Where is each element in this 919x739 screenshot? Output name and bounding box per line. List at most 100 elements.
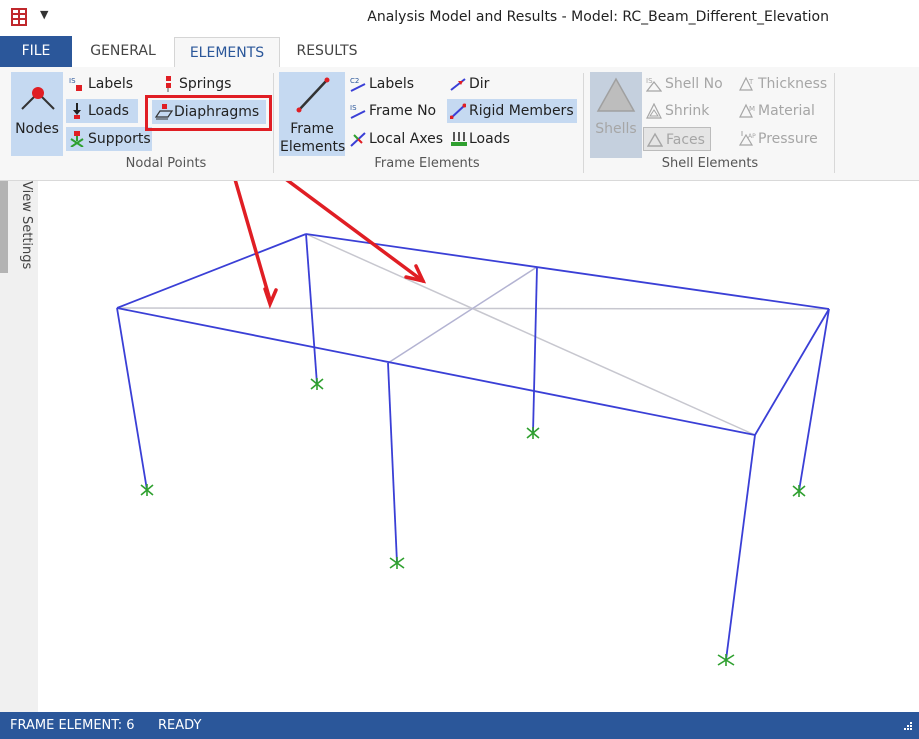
tab-results[interactable]: RESULTS: [286, 36, 368, 67]
annotation-arrow: [233, 181, 272, 302]
thickness-label: Thickness: [758, 76, 828, 92]
nodes-icon: [21, 87, 55, 110]
frame-loads-label: Loads: [469, 131, 510, 147]
local-axes-label: Local Axes: [369, 131, 444, 147]
frame-model-drawing[interactable]: [0, 181, 919, 712]
window-title: Analysis Model and Results - Model: RC_B…: [367, 9, 829, 25]
ribbon-tab-bar: FILE GENERAL ELEMENTS RESULTS: [0, 36, 919, 68]
svg-text:M: M: [749, 105, 755, 113]
support-icon: [526, 427, 540, 439]
tab-general[interactable]: GENERAL: [78, 36, 168, 67]
svg-text:C2: C2: [350, 77, 359, 85]
frame-beam: [116, 233, 307, 309]
status-bar: FRAME ELEMENT: 6 READY: [0, 712, 919, 739]
faces-label: Faces: [666, 132, 705, 148]
frame-labels-button[interactable]: C2 Labels: [347, 72, 421, 96]
view-settings-panel: View Settings: [0, 181, 38, 712]
support-icon: [717, 654, 735, 666]
nodes-button[interactable]: Nodes: [11, 72, 63, 156]
material-icon: M: [739, 103, 755, 118]
springs-label: Springs: [179, 76, 232, 92]
shells-icon: [596, 77, 636, 112]
frame-column: [116, 307, 148, 491]
diaphragms-highlight-box: [145, 95, 272, 131]
shrink-label: Shrink: [665, 103, 710, 119]
frame-loads-button[interactable]: Loads: [447, 127, 517, 151]
tab-file[interactable]: FILE: [0, 36, 72, 67]
nodes-label: Nodes: [15, 121, 59, 137]
thickness-button[interactable]: T Thickness: [736, 72, 832, 96]
nodal-labels-label: Labels: [88, 76, 134, 92]
group-label-nodal-points: Nodal Points: [125, 156, 207, 171]
group-separator: [834, 73, 835, 173]
view-settings-tab[interactable]: View Settings: [10, 181, 34, 273]
group-label-frame-elements: Frame Elements: [374, 156, 480, 171]
nodal-loads-label: Loads: [88, 103, 129, 119]
faces-button[interactable]: Faces: [643, 127, 711, 151]
frame-elements-icon: [296, 77, 330, 113]
pressure-button[interactable]: AP Pressure: [736, 127, 820, 151]
nodal-loads-icon: [73, 103, 81, 119]
pressure-icon: AP: [739, 131, 756, 146]
springs-icon: [166, 76, 171, 92]
frame-column: [532, 266, 538, 434]
thickness-icon: T: [739, 76, 754, 91]
dir-icon: [450, 78, 466, 91]
rigid-members-button[interactable]: Rigid Members: [447, 99, 577, 123]
pressure-label: Pressure: [758, 131, 818, 147]
local-axes-icon: [350, 132, 366, 147]
faces-icon: [647, 132, 663, 147]
shrink-icon: [646, 103, 662, 119]
dir-button[interactable]: Dir: [447, 72, 503, 96]
title-bar: ▼ Analysis Model and Results - Model: RC…: [0, 0, 919, 36]
group-separator: [583, 73, 584, 173]
shells-label: Shells: [595, 121, 637, 137]
frame-loads-icon: [451, 132, 467, 146]
tab-elements[interactable]: ELEMENTS: [174, 37, 280, 68]
frame-elements-label-line2: Elements: [280, 139, 346, 155]
group-label-shell-elements: Shell Elements: [661, 156, 759, 171]
frame-no-button[interactable]: IS Frame No: [347, 99, 441, 123]
support-icon: [140, 484, 154, 496]
material-button[interactable]: M Material: [736, 99, 818, 123]
frame-column: [725, 434, 756, 661]
nodal-supports-button[interactable]: Supports: [66, 127, 152, 151]
nodal-labels-button[interactable]: IS Labels: [66, 72, 146, 96]
shrink-button[interactable]: Shrink: [643, 99, 717, 123]
svg-text:IS: IS: [350, 104, 357, 112]
shell-no-icon: IS: [646, 77, 662, 92]
nodal-labels-icon: IS: [69, 77, 82, 91]
svg-text:AP: AP: [748, 133, 756, 140]
resize-grip-icon[interactable]: [903, 721, 913, 731]
nodal-supports-label: Supports: [88, 131, 151, 147]
local-axes-button[interactable]: Local Axes: [347, 127, 445, 151]
model-viewport[interactable]: [0, 181, 919, 712]
shell-no-label: Shell No: [665, 76, 723, 92]
rigid-members-label: Rigid Members: [469, 103, 574, 119]
support-icon: [389, 557, 405, 569]
support-icon: [310, 378, 324, 390]
frame-elements-label-line1: Frame: [290, 121, 334, 137]
supports-icon: [70, 131, 84, 147]
frame-elements-button[interactable]: Frame Elements: [279, 72, 345, 156]
frame-column: [387, 362, 398, 564]
shells-button[interactable]: Shells: [590, 72, 642, 158]
frame-beam: [305, 233, 830, 310]
frame-no-icon: IS: [350, 104, 366, 119]
dir-label: Dir: [469, 76, 490, 92]
material-label: Material: [758, 103, 815, 119]
nodal-loads-button[interactable]: Loads: [66, 99, 138, 123]
springs-button[interactable]: Springs: [157, 72, 235, 96]
rigid-members-icon: [450, 103, 466, 119]
ribbon: Nodes IS Labels Loads Supports Springs D…: [0, 67, 919, 181]
rigid-member: [305, 233, 756, 436]
svg-text:IS: IS: [69, 77, 76, 85]
group-separator: [273, 73, 274, 173]
view-settings-tab-handle[interactable]: [0, 181, 8, 273]
status-ready: READY: [158, 718, 202, 733]
frame-no-label: Frame No: [369, 103, 437, 119]
frame-beam: [116, 307, 756, 436]
svg-text:T: T: [748, 78, 754, 86]
support-icon: [792, 485, 806, 497]
shell-no-button[interactable]: IS Shell No: [643, 72, 733, 96]
